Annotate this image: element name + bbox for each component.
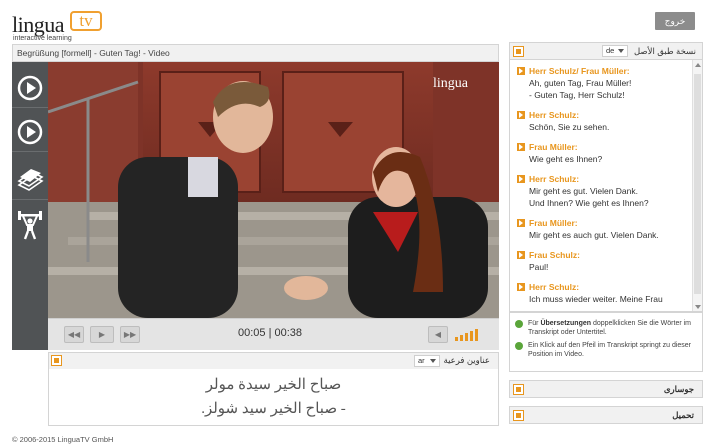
download-panel-header[interactable]: تحميل — [509, 406, 703, 424]
jump-to-position-icon[interactable] — [517, 111, 525, 119]
transcript-line[interactable]: Schön, Sie zu sehen. — [529, 122, 609, 132]
rewind-icon: ◀◀ — [67, 330, 81, 339]
flashcards-icon — [17, 168, 44, 191]
volume-bar — [465, 333, 468, 341]
exit-button[interactable]: خروج — [655, 12, 695, 30]
hint-text: Für Übersetzungen doppelklicken Sie die … — [528, 320, 692, 336]
volume-bar — [460, 335, 463, 341]
transcript-speaker: Herr Schulz: — [529, 110, 580, 120]
vocabulary-title: جوسارى — [663, 384, 694, 394]
time-separator: | — [268, 327, 272, 339]
transcript-line[interactable]: Wie geht es Ihnen? — [529, 154, 602, 164]
vocabulary-panel-header[interactable]: جوسارى — [509, 380, 703, 398]
transcript-header: de نسخة طبق الأصل — [509, 42, 703, 60]
hints-panel: Für Übersetzungen doppelklicken Sie die … — [509, 312, 703, 372]
transcript-language-value: de — [606, 46, 615, 55]
subtitles-header: ar عناوين فرعية — [49, 353, 498, 369]
video-title: Begrüßung [formell] - Guten Tag! - Video — [17, 48, 170, 58]
logo-tagline: interactive learning — [13, 35, 72, 42]
forward-button[interactable]: ▶▶ — [120, 326, 140, 343]
chevron-down-icon — [430, 359, 436, 363]
copyright-text: © 2006-2015 LinguaTV GmbH — [12, 435, 114, 444]
subtitle-line[interactable]: صباح الخير سيدة مولر — [49, 375, 498, 394]
hint-text: Ein Klick auf den Pfeil im Transkript sp… — [528, 342, 692, 358]
logo-tv-badge: tv — [70, 11, 102, 31]
weightlifter-icon — [18, 211, 42, 240]
transcript-line[interactable]: Ah, guten Tag, Frau Müller! — [529, 78, 631, 88]
download-title: تحميل — [672, 410, 694, 420]
volume-bar — [475, 329, 478, 341]
time-current: 00:05 — [238, 327, 266, 339]
side-toolbar — [12, 62, 48, 350]
time-total: 00:38 — [274, 327, 303, 339]
scroll-up-icon[interactable] — [695, 63, 701, 67]
transcript-title: نسخة طبق الأصل — [634, 46, 696, 56]
flashcards-button[interactable] — [12, 160, 48, 200]
jump-to-position-icon[interactable] — [517, 219, 525, 227]
video-controls: ◀◀ ▶ ▶▶ 00:05 | 00:38 ◀ — [48, 318, 499, 350]
transcript-line[interactable]: Mir geht es gut. Vielen Dank. — [529, 186, 638, 196]
transcript-speaker: Frau Müller: — [529, 142, 578, 152]
play-button[interactable]: ▶ — [90, 326, 114, 343]
transcript-speaker: Frau Schulz: — [529, 250, 581, 260]
transcript-language-select[interactable]: de — [602, 45, 628, 57]
transcript-list[interactable]: Herr Schulz/ Frau Müller: Ah, guten Tag,… — [509, 60, 703, 312]
jump-to-position-icon[interactable] — [517, 251, 525, 259]
info-icon — [515, 342, 523, 350]
play-repeat-button[interactable] — [12, 112, 48, 152]
chevron-down-icon — [618, 49, 624, 53]
download-toggle-checkbox[interactable] — [513, 410, 524, 421]
play-dialog-button[interactable] — [12, 68, 48, 108]
video-scene — [48, 62, 499, 318]
info-icon — [515, 320, 523, 328]
scroll-down-icon[interactable] — [695, 305, 701, 309]
transcript-speaker: Herr Schulz: — [529, 174, 580, 184]
transcript-line[interactable]: Ich muss wieder weiter. Meine Frau — [529, 294, 663, 304]
subtitles-panel: ar عناوين فرعية صباح الخير سيدة مولر - ص… — [48, 352, 499, 426]
transcript-speaker: Herr Schulz/ Frau Müller: — [529, 66, 630, 76]
transcript-toggle-checkbox[interactable] — [513, 46, 524, 57]
transcript-line[interactable]: Mir geht es auch gut. Vielen Dank. — [529, 230, 659, 240]
transcript-speaker: Frau Müller: — [529, 218, 578, 228]
linguatv-logo[interactable]: lingua tv interactive learning — [12, 8, 122, 44]
subtitles-language-select[interactable]: ar — [414, 355, 440, 367]
transcript-line[interactable]: - Guten Tag, Herr Schulz! — [529, 90, 625, 100]
vocabulary-toggle-checkbox[interactable] — [513, 384, 524, 395]
volume-bar — [455, 337, 458, 341]
play-icon: ▶ — [98, 330, 106, 339]
play-circle-icon — [17, 75, 43, 100]
jump-to-position-icon[interactable] — [517, 175, 525, 183]
forward-icon: ▶▶ — [123, 330, 137, 339]
video-watermark: lingua — [433, 76, 468, 91]
mute-button[interactable]: ◀ — [428, 326, 448, 343]
scrollbar-thumb[interactable] — [694, 74, 701, 294]
transcript-scrollbar[interactable] — [692, 60, 702, 311]
volume-slider[interactable] — [455, 329, 485, 341]
transcript-line[interactable]: Paul! — [529, 262, 548, 272]
subtitles-title: عناوين فرعية — [443, 355, 490, 365]
rewind-button[interactable]: ◀◀ — [64, 326, 84, 343]
volume-bar — [470, 331, 473, 341]
jump-to-position-icon[interactable] — [517, 143, 525, 151]
subtitles-toggle-checkbox[interactable] — [51, 355, 62, 366]
jump-to-position-icon[interactable] — [517, 67, 525, 75]
subtitle-line[interactable]: - صباح الخير سيد شولز. — [49, 399, 498, 418]
jump-to-position-icon[interactable] — [517, 283, 525, 291]
transcript-speaker: Herr Schulz: — [529, 282, 580, 292]
subtitles-language-value: ar — [418, 356, 425, 365]
lingua-player-page: lingua tv interactive learning خروج Begr… — [0, 0, 703, 446]
exercise-button[interactable] — [12, 206, 48, 246]
video-frame[interactable]: lingua — [48, 62, 499, 318]
speaker-icon: ◀ — [434, 330, 442, 339]
play-circle-icon — [17, 119, 43, 144]
video-title-bar: Begrüßung [formell] - Guten Tag! - Video — [12, 44, 499, 62]
time-display: 00:05 | 00:38 — [238, 327, 302, 339]
transcript-line[interactable]: Und Ihnen? Wie geht es Ihnen? — [529, 198, 649, 208]
